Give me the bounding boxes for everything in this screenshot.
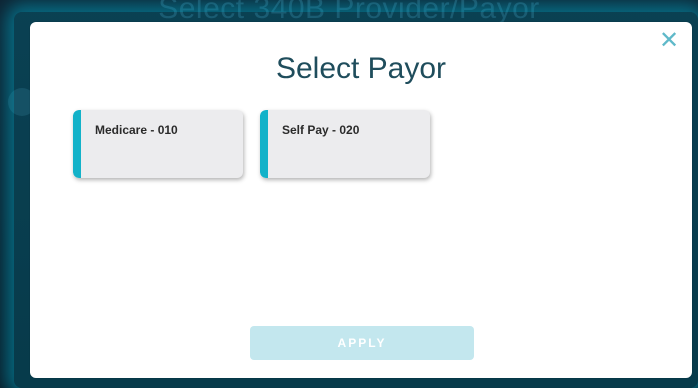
modal-title: Select Payor [275,52,447,85]
apply-button[interactable]: APPLY [250,326,474,360]
select-payor-modal: ✕ Select Payor Medicare - 010 Self Pay -… [30,22,692,378]
card-accent-bar [260,110,268,178]
payor-card-label: Medicare - 010 [95,123,178,137]
payor-card-label: Self Pay - 020 [282,123,360,137]
payor-card-self-pay[interactable]: Self Pay - 020 [260,110,430,178]
close-icon[interactable]: ✕ [658,29,680,53]
card-accent-bar [73,110,81,178]
payor-card-medicare[interactable]: Medicare - 010 [73,110,243,178]
